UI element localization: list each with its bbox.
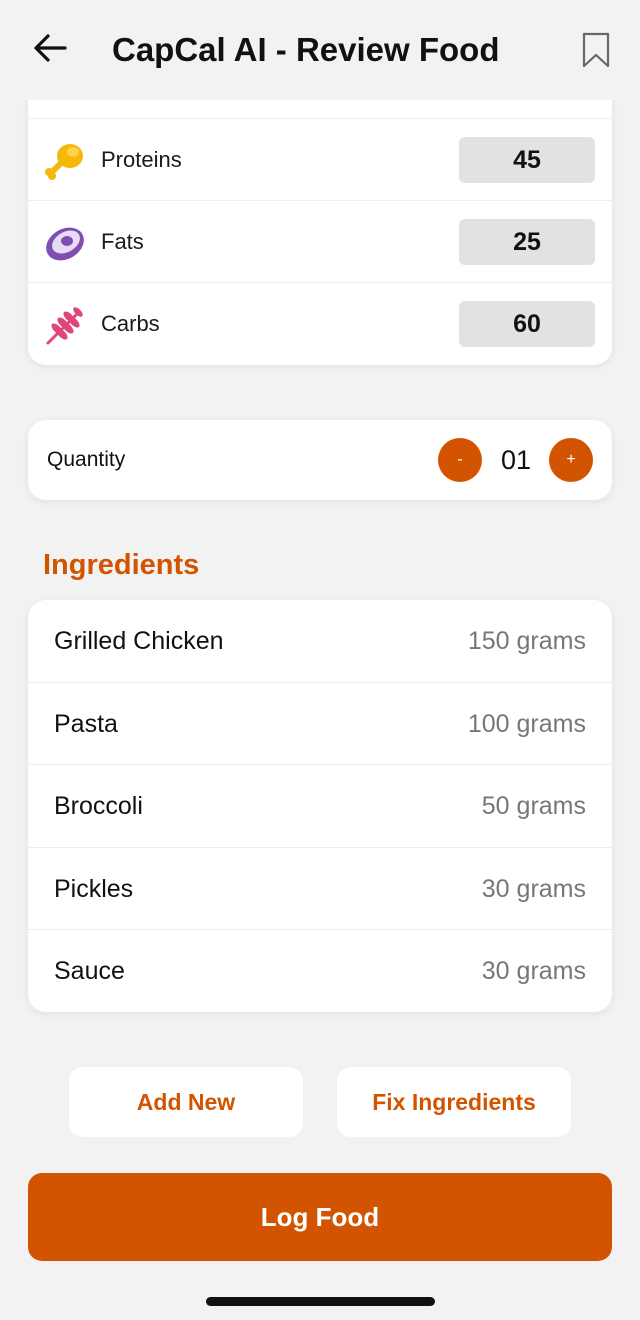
ingredients-list: Grilled Chicken 150 grams Pasta 100 gram… [28, 600, 612, 1012]
ingredients-heading: Ingredients [43, 549, 200, 581]
bookmark-icon [581, 32, 611, 73]
fats-value-input[interactable]: 25 [459, 219, 595, 265]
ingredient-name: Grilled Chicken [54, 627, 224, 655]
macro-label: Fats [101, 229, 144, 254]
ingredient-item[interactable]: Pickles 30 grams [28, 847, 612, 929]
wheat-icon [42, 303, 88, 349]
home-indicator [206, 1297, 435, 1306]
macro-row-proteins: Proteins 45 [28, 118, 612, 200]
ingredient-name: Pasta [54, 710, 118, 738]
macro-label: Proteins [101, 147, 182, 172]
review-food-screen: Proteins 45 Fats 25 Carbs 60 CapCal AI -… [0, 0, 640, 1320]
avocado-icon [42, 221, 88, 267]
back-button[interactable] [28, 28, 72, 72]
carbs-value-input[interactable]: 60 [459, 301, 595, 347]
ingredient-item[interactable]: Sauce 30 grams [28, 929, 612, 1011]
ingredient-name: Broccoli [54, 792, 143, 820]
macros-card: Proteins 45 Fats 25 Carbs 60 [28, 60, 612, 365]
ingredient-item[interactable]: Broccoli 50 grams [28, 764, 612, 846]
log-food-button[interactable]: Log Food [28, 1173, 612, 1261]
macro-row-fats: Fats 25 [28, 200, 612, 282]
ingredient-amount: 100 grams [467, 710, 586, 738]
macro-label: Carbs [101, 311, 160, 336]
chicken-leg-icon [42, 139, 88, 185]
bookmark-button[interactable] [574, 30, 618, 74]
ingredient-amount: 50 grams [481, 792, 586, 820]
page-title: CapCal AI - Review Food [112, 31, 500, 68]
decrease-quantity-button[interactable]: - [438, 438, 482, 482]
ingredient-name: Pickles [54, 875, 134, 903]
ingredient-item[interactable]: Grilled Chicken 150 grams [28, 600, 612, 682]
fix-ingredients-button[interactable]: Fix Ingredients [337, 1067, 571, 1137]
ingredient-item[interactable]: Pasta 100 grams [28, 682, 612, 764]
quantity-card: Quantity - 01 + [28, 420, 612, 500]
ingredient-name: Sauce [54, 957, 125, 985]
add-new-button[interactable]: Add New [69, 1067, 303, 1137]
ingredient-amount: 150 grams [467, 627, 586, 655]
arrow-left-icon [33, 33, 67, 68]
increase-quantity-button[interactable]: + [549, 438, 593, 482]
app-header: CapCal AI - Review Food [0, 0, 640, 100]
proteins-value-input[interactable]: 45 [459, 137, 595, 183]
ingredient-amount: 30 grams [481, 875, 586, 903]
ingredient-amount: 30 grams [481, 957, 586, 985]
macro-row-carbs: Carbs 60 [28, 282, 612, 364]
quantity-value: 01 [500, 445, 532, 475]
quantity-label: Quantity [47, 448, 126, 471]
